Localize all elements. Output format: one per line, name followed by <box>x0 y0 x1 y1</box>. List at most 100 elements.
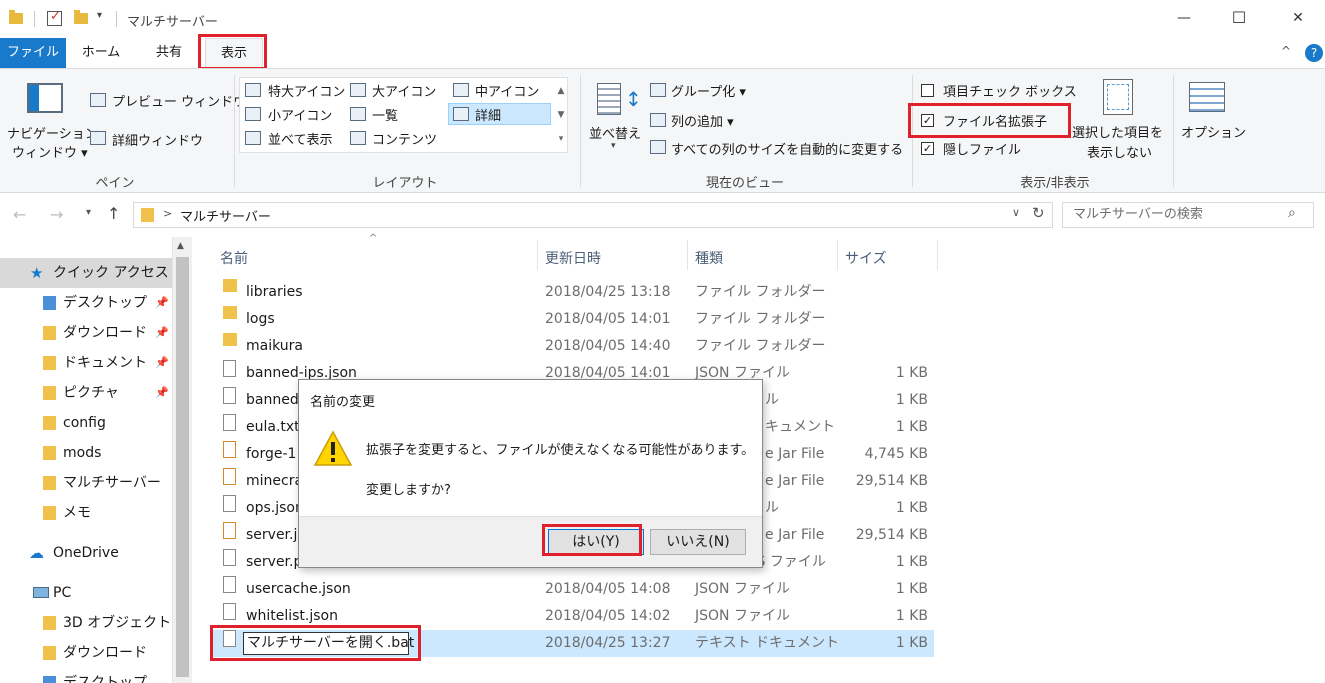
java-icon <box>223 522 236 539</box>
sort-ascending-icon: ^ <box>369 233 378 244</box>
tab-share[interactable]: 共有 <box>140 38 198 68</box>
file-date: 2018/04/25 13:18 <box>545 284 671 300</box>
column-name[interactable]: 名前 <box>220 248 248 268</box>
gallery-scroll[interactable]: ▲ ▼ ▾ <box>555 79 567 151</box>
nav-item-desktop[interactable]: デスクトップ 📌 <box>0 288 172 318</box>
hidden-items-checkbox[interactable]: ✓ <box>921 142 934 155</box>
folder-icon <box>43 616 56 630</box>
divider[interactable] <box>937 240 938 270</box>
nav-item-onedrive[interactable]: ☁ OneDrive <box>0 538 172 568</box>
nav-item-multiserver[interactable]: マルチサーバー <box>0 468 172 498</box>
file-size: 1 KB <box>895 635 928 651</box>
details-pane-button[interactable]: 詳細ウィンドウ <box>112 130 203 149</box>
navigation-pane-icon[interactable] <box>27 83 63 113</box>
options-button[interactable]: オプション <box>1181 122 1246 141</box>
add-columns-button[interactable]: 列の追加 ▾ <box>671 111 734 130</box>
nav-item-pc-desktop[interactable]: デスクトップ <box>0 668 172 683</box>
help-icon[interactable]: ? <box>1305 44 1323 62</box>
nav-label: ドキュメント <box>63 355 147 371</box>
size-all-columns-button[interactable]: すべての列のサイズを自動的に変更する <box>671 139 903 158</box>
nav-item-pc[interactable]: PC <box>0 578 172 608</box>
nav-item-mods[interactable]: mods <box>0 438 172 468</box>
minimize-button[interactable]: — <box>1174 8 1194 28</box>
table-row[interactable]: maikura 2018/04/05 14:40 ファイル フォルダー <box>212 333 934 360</box>
navigation-scrollbar[interactable]: ▲ <box>172 237 192 683</box>
column-size[interactable]: サイズ <box>845 248 887 268</box>
table-row[interactable]: libraries 2018/04/25 13:18 ファイル フォルダー <box>212 279 934 306</box>
group-by-button[interactable]: グループ化 ▾ <box>671 81 746 100</box>
address-path[interactable]: マルチサーバー <box>180 206 271 225</box>
item-checkboxes-checkbox[interactable] <box>921 84 934 97</box>
customize-toolbar-icon[interactable]: ▾ <box>97 10 102 21</box>
file-size: 29,514 KB <box>855 527 928 543</box>
desktop-icon <box>43 296 56 310</box>
layout-medium[interactable]: 中アイコン <box>475 81 539 100</box>
forward-icon[interactable]: → <box>50 205 63 224</box>
nav-item-pc-downloads[interactable]: ダウンロード <box>0 638 172 668</box>
layout-small[interactable]: 小アイコン <box>268 105 332 124</box>
collapse-ribbon-icon[interactable]: ^ <box>1281 44 1291 58</box>
nav-item-pictures[interactable]: ピクチャ 📌 <box>0 378 172 408</box>
close-button[interactable]: ✕ <box>1288 8 1308 28</box>
hide-selected-label[interactable]: 選択した項目を <box>1072 122 1163 141</box>
file-name: forge-1. <box>246 446 301 462</box>
table-row[interactable]: usercache.json 2018/04/05 14:08 JSON ファイ… <box>212 576 934 603</box>
layout-list[interactable]: 一覧 <box>372 105 398 124</box>
add-columns-icon <box>650 113 666 127</box>
file-name: libraries <box>246 284 303 300</box>
item-checkboxes-label[interactable]: 項目チェック ボックス <box>943 81 1077 100</box>
nav-item-3d-objects[interactable]: 3D オブジェクト <box>0 608 172 638</box>
nav-item-downloads[interactable]: ダウンロード 📌 <box>0 318 172 348</box>
maximize-button[interactable]: ☐ <box>1229 8 1249 28</box>
pin-icon[interactable]: 📌 <box>155 378 169 408</box>
layout-large[interactable]: 大アイコン <box>372 81 436 100</box>
tab-home[interactable]: ホーム <box>72 38 130 68</box>
recent-locations-icon[interactable]: ▾ <box>86 207 91 218</box>
address-dropdown-icon[interactable]: ∨ <box>1012 206 1020 219</box>
preview-pane-button[interactable]: プレビュー ウィンドウ <box>112 91 246 110</box>
new-folder-icon[interactable] <box>74 10 88 24</box>
column-date[interactable]: 更新日時 <box>545 248 601 268</box>
layout-content[interactable]: コンテンツ <box>372 129 437 148</box>
search-icon[interactable]: ⌕ <box>1288 205 1296 221</box>
refresh-icon[interactable]: ↻ <box>1032 204 1045 222</box>
up-icon[interactable]: ↑ <box>107 204 120 223</box>
layout-extra-large[interactable]: 特大アイコン <box>268 81 345 100</box>
tab-file[interactable]: ファイル <box>0 38 66 68</box>
hide-selected-label-2[interactable]: 表示しない <box>1087 142 1152 161</box>
nav-item-memo[interactable]: メモ <box>0 498 172 528</box>
file-type: ル <box>765 500 779 516</box>
column-type[interactable]: 種類 <box>695 248 723 268</box>
layout-details[interactable]: 詳細 <box>475 105 501 124</box>
pin-icon[interactable]: 📌 <box>155 348 169 378</box>
layout-tiles[interactable]: 並べて表示 <box>268 129 332 148</box>
scrollbar-thumb[interactable] <box>176 257 189 677</box>
address-box[interactable]: > マルチサーバー ∨ ↻ <box>133 202 1053 228</box>
folder-icon <box>9 10 23 24</box>
pin-icon[interactable]: 📌 <box>155 318 169 348</box>
small-icons-icon <box>245 107 261 121</box>
navigation-pane-label-2[interactable]: ウィンドウ ▾ <box>12 142 88 161</box>
file-icon <box>223 360 236 377</box>
options-icon[interactable] <box>1189 82 1225 112</box>
sort-by-icon[interactable]: ↕ <box>597 81 642 117</box>
divider[interactable] <box>837 240 838 270</box>
nav-item-quick-access[interactable]: ★ クイック アクセス <box>0 258 172 288</box>
search-input[interactable]: マルチサーバーの検索 <box>1062 202 1314 228</box>
scroll-up-icon[interactable]: ▲ <box>177 241 184 251</box>
pin-icon[interactable]: 📌 <box>155 288 169 318</box>
file-type: ル <box>765 392 779 408</box>
no-button[interactable]: いいえ(N) <box>650 529 746 555</box>
hidden-items-label[interactable]: 隠しファイル <box>943 139 1021 158</box>
nav-item-documents[interactable]: ドキュメント 📌 <box>0 348 172 378</box>
back-icon[interactable]: ← <box>13 205 26 224</box>
sort-dropdown-icon[interactable]: ▾ <box>611 141 616 151</box>
table-row[interactable]: logs 2018/04/05 14:01 ファイル フォルダー <box>212 306 934 333</box>
nav-item-config[interactable]: config <box>0 408 172 438</box>
sort-by-button[interactable]: 並べ替え <box>589 123 641 142</box>
navigation-pane-label[interactable]: ナビゲーション <box>7 123 98 142</box>
chevron-right-icon[interactable]: > <box>163 207 172 220</box>
divider[interactable] <box>537 240 538 270</box>
properties-icon[interactable]: ✓ <box>47 10 62 26</box>
divider[interactable] <box>687 240 688 270</box>
